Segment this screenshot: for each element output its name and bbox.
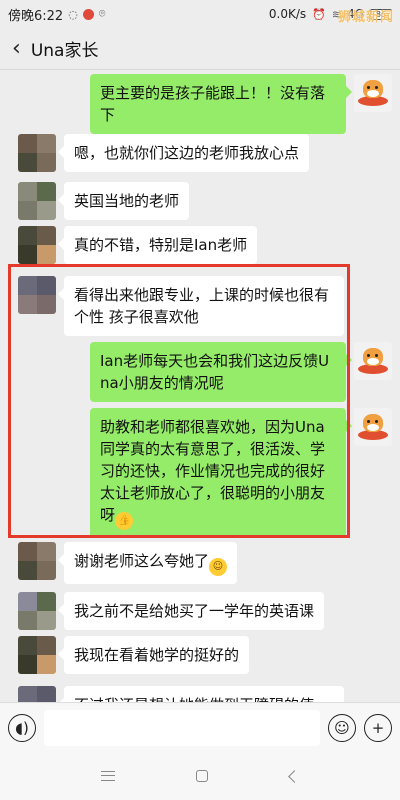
message-bubble[interactable]: 真的不错，特别是Ian老师 [57, 226, 258, 264]
message-bubble[interactable]: 我之前不是给她买了一学年的英语课 [57, 592, 325, 630]
watermark: 狮城新闻 [337, 10, 394, 25]
plus-icon[interactable]: + [364, 713, 392, 742]
system-nav-bar [0, 752, 400, 800]
back-icon[interactable] [288, 769, 302, 783]
message-received: 不过我还是想让她能做到无障碍的使 [18, 686, 344, 702]
qq-icon: ◌ [68, 7, 78, 21]
message-received: 英国当地的老师 [18, 182, 190, 220]
back-arrow-icon[interactable]: ‹ [12, 37, 21, 60]
grin-emoji: ☺ [209, 558, 228, 576]
message-sent: 更主要的是孩子能跟上！！没有落下 [90, 74, 392, 134]
voice-icon[interactable]: ◖) [8, 713, 36, 742]
message-text: 谢谢老师这么夸她了 [74, 552, 210, 570]
input-bar: ◖) ☺ + [0, 702, 400, 752]
chat-header: ‹ Una家长 [0, 28, 400, 70]
avatar[interactable] [18, 636, 56, 674]
avatar[interactable] [18, 182, 56, 220]
message-input[interactable] [44, 709, 320, 746]
message-bubble[interactable]: 谢谢老师这么夸她了 ☺ [57, 542, 238, 584]
avatar[interactable] [354, 74, 392, 112]
avatar[interactable] [18, 226, 56, 264]
alarm-icon: ⏰ [312, 7, 326, 21]
message-bubble[interactable]: 不过我还是想让她能做到无障碍的使 [58, 686, 344, 702]
menu-icon[interactable] [100, 771, 115, 781]
avatar[interactable] [354, 408, 392, 446]
message-received: 嗯，也就你们这边的老师我放心点 [18, 134, 310, 172]
avatar[interactable] [354, 342, 392, 380]
app-notification-icon [82, 8, 94, 20]
message-bubble[interactable]: 更主要的是孩子能跟上！！没有落下 [90, 74, 352, 134]
chat-title: Una家长 [30, 41, 99, 61]
message-bubble[interactable]: 嗯，也就你们这边的老师我放心点 [57, 134, 310, 172]
location-icon: ⌾ [98, 7, 106, 20]
home-icon[interactable] [196, 770, 209, 782]
highlight-annotation [8, 264, 350, 538]
message-bubble[interactable]: 我现在看着她学的挺好的 [57, 636, 250, 674]
message-list[interactable]: 更主要的是孩子能跟上！！没有落下 嗯，也就你们这边的老师我放心点 英国当地的老师… [0, 70, 400, 702]
avatar[interactable] [18, 134, 56, 172]
avatar[interactable] [18, 592, 56, 630]
message-received: 谢谢老师这么夸她了 ☺ [18, 542, 238, 584]
status-time: 傍晚6:22 [8, 8, 64, 24]
message-bubble[interactable]: 英国当地的老师 [57, 182, 190, 220]
message-received: 真的不错，特别是Ian老师 [18, 226, 258, 264]
network-speed: 0.0K/s [268, 7, 307, 21]
emoji-icon[interactable]: ☺ [328, 713, 356, 742]
message-received: 我现在看着她学的挺好的 [18, 636, 250, 674]
message-received: 我之前不是给她买了一学年的英语课 [18, 592, 325, 630]
avatar[interactable] [18, 686, 56, 702]
avatar[interactable] [18, 542, 56, 580]
